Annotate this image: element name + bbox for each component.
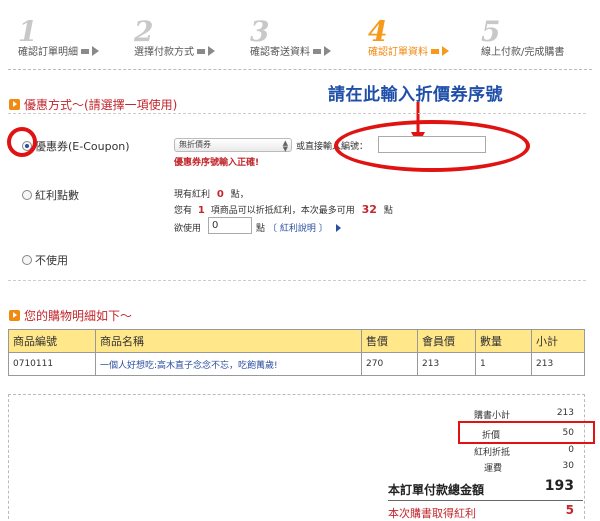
bonus-label: 紅利點數 xyxy=(35,189,79,202)
divider xyxy=(8,69,592,70)
bonus-unit: 點 xyxy=(256,224,266,234)
divider xyxy=(388,500,583,501)
divider xyxy=(8,280,586,281)
shipping-value: 30 xyxy=(562,461,574,471)
cell-product-name-link[interactable]: 一個人好想吃:高木直子念念不忘，吃飽萬歲! xyxy=(95,352,362,376)
bonus-balance: 現有紅利 0 點， xyxy=(174,189,249,200)
divider xyxy=(8,113,586,114)
section-arrow-icon xyxy=(9,99,20,110)
cart-table: 商品編號 商品名稱 售價 會員價 數量 小計 0710111 一個人好想吃:高木… xyxy=(8,329,585,376)
coupon-label: 優惠券(E-Coupon) xyxy=(35,140,130,153)
col-header: 商品名稱 xyxy=(95,329,362,353)
step-5: 5 線上付款/完成購書 xyxy=(481,18,564,59)
col-header: 售價 xyxy=(361,329,418,353)
bonus-use-label: 欲使用 xyxy=(174,224,202,234)
col-header: 會員價 xyxy=(417,329,476,353)
step-2: 2 選擇付款方式 xyxy=(134,18,215,58)
bonus-radio[interactable] xyxy=(22,190,32,200)
no-discount-label: 不使用 xyxy=(35,254,68,267)
step-label: 確認訂單資料 xyxy=(368,47,428,58)
no-discount-radio[interactable] xyxy=(22,255,32,265)
col-header: 小計 xyxy=(531,329,585,353)
arrow-icon xyxy=(197,49,205,54)
checkout-steps: 1 確認訂單明細 2 選擇付款方式 3 確認寄送資料 4 確認訂單資料 5 線上… xyxy=(18,18,600,63)
coupon-option[interactable]: 優惠券(E-Coupon) xyxy=(22,138,130,154)
cart-section-title: 您的購物明細如下～ xyxy=(9,307,132,324)
bonus-deduction-label: 紅利折抵 xyxy=(473,448,510,458)
annotation-ellipse xyxy=(334,120,530,172)
shipping-label: 運費 xyxy=(483,464,502,474)
cell-product-id: 0710111 xyxy=(8,352,96,376)
cell-subtotal: 213 xyxy=(531,352,585,376)
subtotal-label: 購書小計 xyxy=(473,411,510,421)
total-value: 193 xyxy=(544,478,574,494)
step-4: 4 確認訂單資料 xyxy=(368,18,449,58)
col-header: 數量 xyxy=(475,329,532,353)
cell-price: 270 xyxy=(361,352,418,376)
cell-member-price: 213 xyxy=(417,352,476,376)
cell-quantity: 1 xyxy=(475,352,532,376)
arrow-icon xyxy=(431,49,439,54)
play-icon xyxy=(335,224,341,232)
table-header-row: 商品編號 商品名稱 售價 會員價 數量 小計 xyxy=(8,329,585,353)
step-label: 線上付款/完成購書 xyxy=(481,47,565,58)
select-arrows-icon: ▲ ▼ xyxy=(282,139,288,153)
annotation-circle xyxy=(7,127,37,157)
total-label: 本訂單付款總金額 xyxy=(388,483,485,497)
earned-bonus-value: 5 xyxy=(565,503,574,517)
bonus-points-input[interactable]: 0 xyxy=(208,217,252,234)
arrow-icon xyxy=(313,49,321,54)
discount-section-title: 優惠方式～(請選擇一項使用) xyxy=(9,96,177,113)
annotation-box xyxy=(458,421,595,444)
bonus-info-link[interactable]: 〔 紅利說明 〕 xyxy=(268,221,341,234)
section-arrow-icon xyxy=(9,310,20,321)
bonus-deduction-value: 0 xyxy=(568,445,574,455)
step-1: 1 確認訂單明細 xyxy=(18,18,99,58)
step-label: 確認訂單明細 xyxy=(18,47,78,58)
coupon-message: 優惠券序號輸入正確! xyxy=(174,158,260,168)
coupon-select[interactable]: 無折價券 ▲ ▼ xyxy=(174,138,292,153)
no-discount-option[interactable]: 不使用 xyxy=(22,252,68,268)
step-3: 3 確認寄送資料 xyxy=(250,18,331,58)
bonus-option[interactable]: 紅利點數 xyxy=(22,187,79,203)
table-row: 0710111 一個人好想吃:高木直子念念不忘，吃飽萬歲! 270 213 1 … xyxy=(8,352,585,376)
step-label: 選擇付款方式 xyxy=(134,47,194,58)
arrow-icon xyxy=(81,49,89,54)
subtotal-value: 213 xyxy=(556,408,574,418)
col-header: 商品編號 xyxy=(8,329,96,353)
bonus-usable: 您有 1 項商品可以折抵紅利，本次最多可用 32 點 xyxy=(174,203,393,216)
step-label: 確認寄送資料 xyxy=(250,47,310,58)
